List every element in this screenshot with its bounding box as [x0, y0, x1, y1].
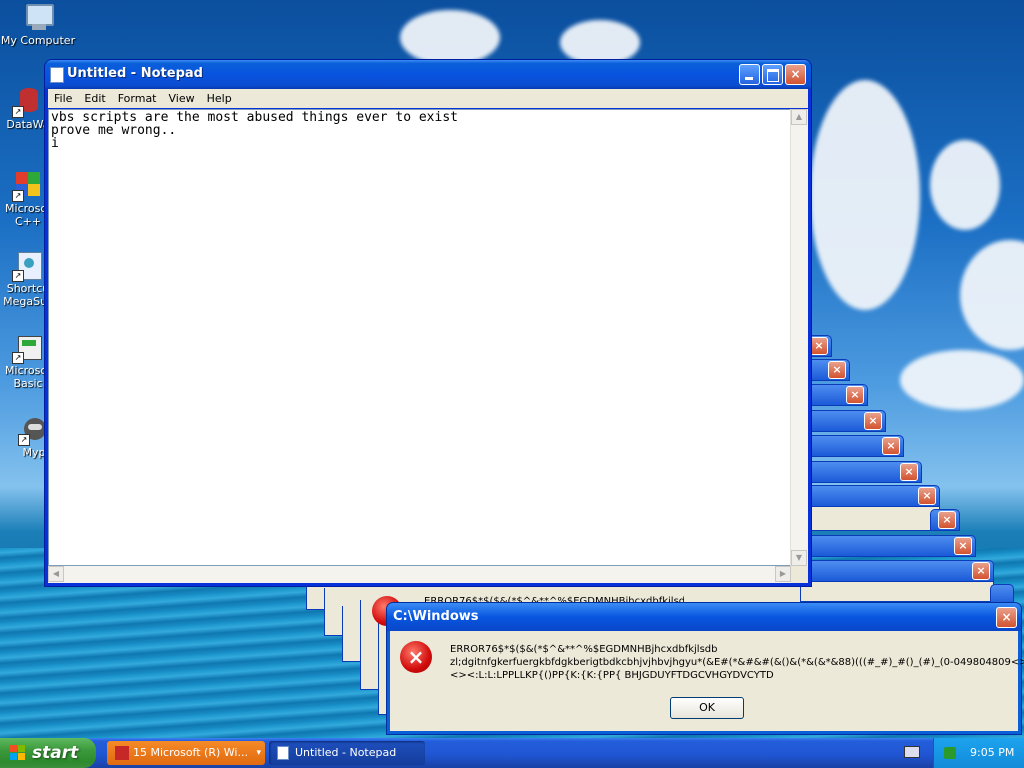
shortcut-arrow-icon: ↗ [18, 434, 30, 446]
menu-help[interactable]: Help [201, 89, 238, 105]
chevron-down-icon: ▾ [256, 748, 261, 758]
notepad-window[interactable]: Untitled - Notepad × File Edit Format View H… [45, 60, 811, 586]
error-window-body [800, 582, 994, 602]
maximize-icon [767, 69, 779, 82]
windows-logo-icon [10, 745, 26, 761]
window-title: Untitled - Notepad [67, 66, 203, 81]
text-editor[interactable]: vbs scripts are the most abused things e… [48, 109, 791, 566]
minimize-button[interactable] [739, 64, 760, 85]
error-dialog-body: × ERROR76$*$($&(*$^&**^%$EGDMNHBjhcxdbfk… [390, 631, 1024, 731]
notepad-icon [50, 67, 64, 83]
shortcut-arrow-icon: ↗ [12, 270, 24, 282]
error-window-titlebar[interactable]: × [800, 535, 976, 557]
maximize-button[interactable] [762, 64, 783, 85]
error-window-titlebar[interactable]: × [800, 435, 904, 457]
close-icon[interactable]: × [954, 537, 972, 555]
error-dialog-title: C:\Windows [393, 609, 479, 624]
shortcut-arrow-icon: ↗ [12, 106, 24, 118]
taskbar: start 15 Microsoft (R) Wi... ▾ Untitled … [0, 738, 1024, 768]
menu-bar: File Edit Format View Help [48, 89, 808, 108]
error-window-titlebar[interactable]: × [800, 461, 922, 483]
taskbar-item-label: 15 Microsoft (R) Wi... [133, 746, 248, 759]
menu-edit[interactable]: Edit [78, 89, 111, 105]
taskbar-item-microsoft-windows[interactable]: 15 Microsoft (R) Wi... ▾ [107, 741, 265, 765]
error-dialog-titlebar[interactable]: C:\Windows × [387, 603, 1021, 631]
close-icon[interactable]: × [864, 412, 882, 430]
close-icon[interactable]: × [900, 463, 918, 481]
minimize-icon [745, 77, 753, 80]
error-dialog[interactable]: C:\Windows × × ERROR76$*$($&(*$^&**^%$EG… [386, 602, 1024, 735]
taskbar-item-notepad[interactable]: Untitled - Notepad [269, 741, 425, 765]
tray-app-icon[interactable] [944, 747, 956, 759]
visual-basic-icon: ↗ [12, 332, 44, 364]
error-window-titlebar[interactable]: × [800, 410, 886, 432]
start-button[interactable]: start [0, 738, 96, 768]
error-message: ERROR76$*$($&(*$^&**^%$EGDMNHBjhcxdbfkjl… [450, 644, 1024, 681]
close-icon[interactable]: × [846, 386, 864, 404]
scroll-right-icon[interactable]: ▶ [775, 566, 791, 582]
close-icon: × [790, 67, 801, 81]
error-window-titlebar[interactable]: × [930, 509, 960, 531]
error-window-titlebar[interactable]: × [800, 485, 940, 507]
program-icon: ↗ [12, 250, 44, 282]
horizontal-scrollbar[interactable]: ◀ ▶ [48, 566, 791, 583]
desktop-icon-my-computer[interactable]: My Computer [0, 2, 78, 47]
scroll-left-icon[interactable]: ◀ [48, 566, 64, 582]
scroll-up-icon[interactable]: ▲ [791, 109, 807, 125]
start-label: start [32, 743, 79, 763]
notepad-icon [277, 746, 289, 760]
close-icon: × [1001, 610, 1012, 624]
error-close-button[interactable]: × [996, 607, 1017, 628]
cloud [400, 10, 500, 65]
close-icon[interactable]: × [938, 511, 956, 529]
vertical-scrollbar[interactable]: ▲ ▼ [790, 109, 808, 566]
visual-studio-icon: ↗ [12, 170, 44, 202]
cloud [900, 350, 1024, 410]
keyboard-icon[interactable] [904, 746, 920, 758]
resize-grip-icon[interactable] [791, 566, 808, 583]
menu-format[interactable]: Format [112, 89, 163, 105]
close-icon[interactable]: × [828, 361, 846, 379]
cloud [960, 240, 1024, 350]
desktop-icon-label: My Computer [0, 34, 76, 47]
shortcut-arrow-icon: ↗ [12, 190, 24, 202]
cloud [560, 20, 640, 65]
cloud [930, 140, 1000, 230]
database-icon: ↗ [12, 86, 44, 118]
cloud [810, 80, 920, 310]
close-icon[interactable]: × [918, 487, 936, 505]
close-icon[interactable]: × [972, 562, 990, 580]
taskbar-item-label: Untitled - Notepad [295, 746, 397, 759]
system-tray: 9:05 PM [933, 738, 1024, 768]
menu-view[interactable]: View [163, 89, 201, 105]
error-group-icon [115, 746, 129, 760]
error-window-body [800, 507, 940, 531]
shortcut-arrow-icon: ↗ [12, 352, 24, 364]
close-icon[interactable]: × [810, 337, 828, 355]
close-button[interactable]: × [785, 64, 806, 85]
clock[interactable]: 9:05 PM [970, 746, 1014, 759]
error-icon: × [400, 641, 432, 673]
notepad-titlebar[interactable]: Untitled - Notepad × [45, 60, 811, 89]
scroll-down-icon[interactable]: ▼ [791, 550, 807, 566]
menu-file[interactable]: File [48, 89, 78, 105]
error-window-titlebar[interactable]: × [800, 560, 994, 582]
computer-icon [22, 2, 54, 34]
close-icon[interactable]: × [882, 437, 900, 455]
ok-button[interactable]: OK [670, 697, 744, 719]
